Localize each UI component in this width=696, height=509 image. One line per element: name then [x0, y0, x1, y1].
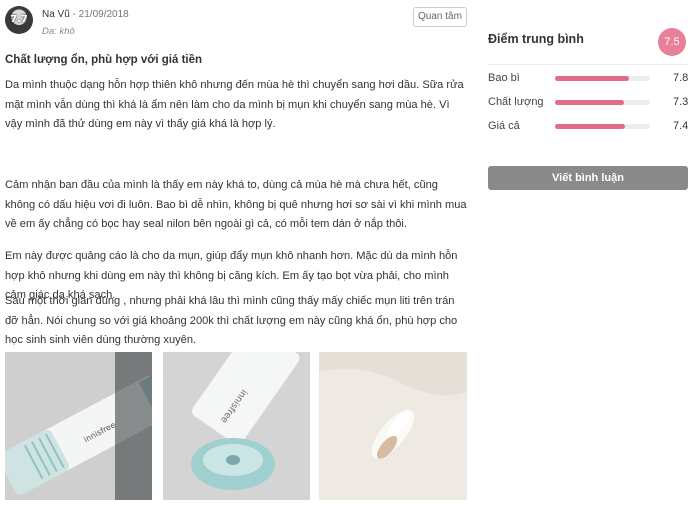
- foam-photo-image: [319, 352, 467, 500]
- review-paragraph: Sau một thời gian dùng , nhưng phải khá …: [5, 295, 458, 346]
- rating-row-packaging: Bao bì 7.8: [488, 72, 688, 88]
- rating-bar: [555, 76, 650, 81]
- review-title: Chất lượng ổn, phù hợp với giá tiền: [5, 54, 203, 66]
- cap-photo-image: innisfree: [163, 352, 310, 500]
- rating-value: 7.3: [673, 96, 689, 108]
- rating-label: Bao bì: [488, 72, 520, 84]
- average-score-badge: 7.5: [658, 28, 686, 56]
- skin-type: Da: khô: [42, 26, 75, 37]
- rating-bar: [555, 124, 650, 129]
- rating-label: Giá cả: [488, 120, 520, 132]
- avatar[interactable]: 7.7: [5, 6, 33, 34]
- author-name[interactable]: Na Vũ: [42, 9, 70, 20]
- review-paragraph: Cảm nhận ban đầu của mình là thấy em này…: [5, 179, 467, 230]
- review-paragraph: Da mình thuộc dạng hỗn hợp thiên khô như…: [5, 79, 464, 130]
- rating-bar: [555, 100, 650, 105]
- avatar-score: 7.7: [10, 14, 28, 25]
- review-photo-2[interactable]: innisfree: [163, 352, 310, 500]
- write-review-button[interactable]: Viết bình luận: [488, 166, 688, 190]
- review-date: - 21/09/2018: [72, 9, 129, 20]
- follow-button[interactable]: Quan tâm: [413, 7, 467, 27]
- average-label: Điểm trung bình: [488, 32, 584, 46]
- review-header: 7.7 Na Vũ - 21/09/2018 Da: khô: [5, 6, 467, 46]
- rating-bar-fill: [555, 124, 626, 129]
- tube-photo-image: innisfree: [5, 352, 152, 500]
- rating-row-price: Giá cả 7.4: [488, 120, 688, 136]
- rating-bar-fill: [555, 76, 630, 81]
- rating-bar-fill: [555, 100, 625, 105]
- review-photo-1[interactable]: innisfree: [5, 352, 152, 500]
- rating-value: 7.4: [673, 120, 689, 132]
- divider: [488, 64, 688, 65]
- review-photo-3[interactable]: [319, 352, 467, 500]
- author-line: Na Vũ - 21/09/2018: [42, 9, 129, 20]
- rating-label: Chất lượng: [488, 96, 544, 108]
- rating-row-quality: Chất lượng 7.3: [488, 96, 688, 112]
- rating-value: 7.8: [673, 72, 689, 84]
- review-card: 7.7 Na Vũ - 21/09/2018 Da: khô Chất lượn…: [5, 6, 467, 346]
